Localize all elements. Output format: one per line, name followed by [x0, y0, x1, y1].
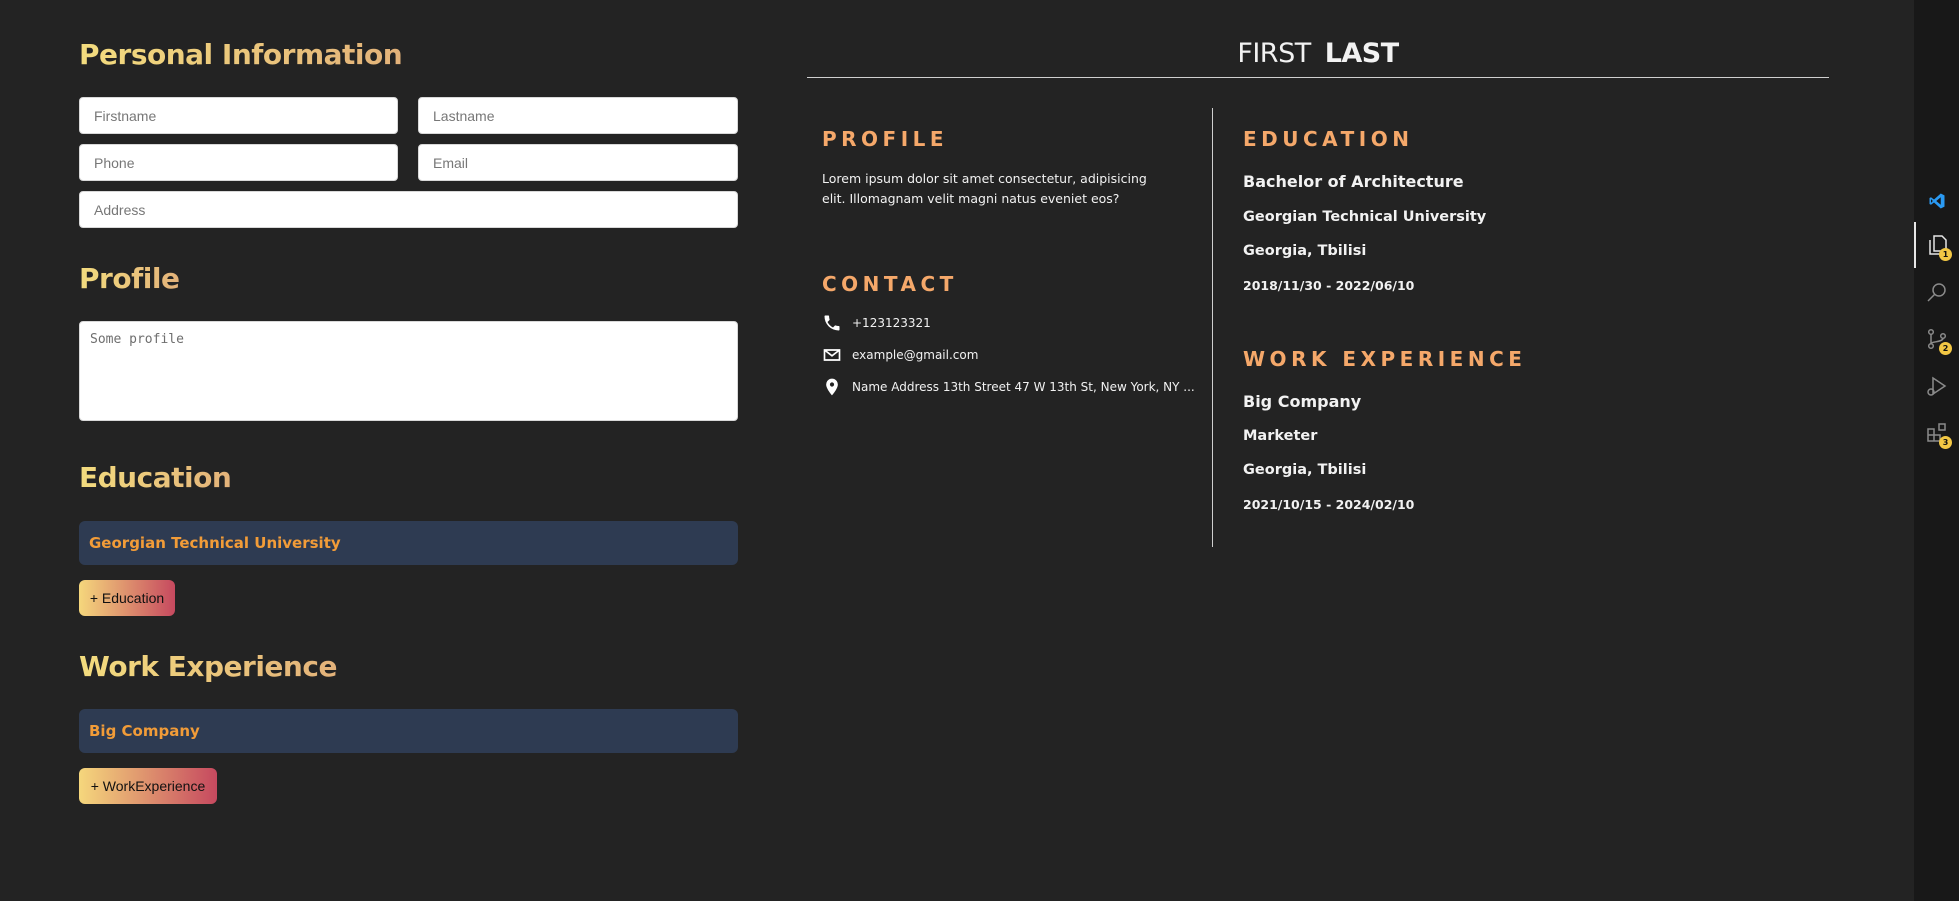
location-pin-icon: [826, 378, 838, 396]
contact-phone-text: +123123321: [852, 316, 931, 330]
extensions-badge: 3: [1939, 436, 1952, 449]
mail-icon: [823, 349, 841, 361]
activity-search[interactable]: [1914, 269, 1959, 315]
activity-run-debug[interactable]: [1914, 363, 1959, 409]
address-input[interactable]: [79, 191, 738, 228]
resume-preview: FIRST LAST PROFILE Lorem ipsum dolor sit …: [807, 0, 1829, 560]
work-entry[interactable]: Big Company: [79, 709, 738, 753]
education-start-date: 2018/11/30: [1243, 278, 1322, 293]
add-education-button[interactable]: + Education: [79, 580, 175, 616]
work-position: Marketer: [1243, 428, 1318, 444]
contact-email-text: example@gmail.com: [852, 348, 979, 362]
resume-work-heading: WORK EXPERIENCE: [1243, 347, 1527, 371]
resume-first-name: FIRST: [1237, 38, 1311, 69]
run-debug-icon: [1926, 376, 1946, 396]
contact-address-text: Name Address 13th Street 47 W 13th St, N…: [852, 380, 1195, 394]
phone-input[interactable]: [79, 144, 398, 181]
education-end-date: 2022/06/10: [1335, 278, 1415, 293]
education-dates: 2018/11/30 - 2022/06/10: [1243, 278, 1414, 293]
resume-contact-heading: CONTACT: [822, 272, 958, 296]
profile-title: Profile: [79, 262, 180, 295]
date-separator: -: [1326, 278, 1332, 293]
resume-profile-heading: PROFILE: [822, 127, 949, 151]
personal-info-title: Personal Information: [79, 38, 403, 71]
work-start-date: 2021/10/15: [1243, 497, 1322, 512]
resume-profile-text: Lorem ipsum dolor sit amet consectetur, …: [822, 171, 1147, 206]
firstname-input[interactable]: [79, 97, 398, 134]
work-dates: 2021/10/15 - 2024/02/10: [1243, 497, 1414, 512]
resume-education-heading: EDUCATION: [1243, 127, 1414, 151]
activity-source-control[interactable]: 2: [1914, 316, 1959, 362]
work-experience-title: Work Experience: [79, 650, 337, 683]
contact-email: example@gmail.com: [822, 345, 978, 365]
lastname-input[interactable]: [418, 97, 738, 134]
name-divider: [807, 77, 1829, 78]
contact-phone: +123123321: [822, 313, 931, 333]
activity-extensions[interactable]: 3: [1914, 410, 1959, 456]
contact-address: Name Address 13th Street 47 W 13th St, N…: [822, 377, 1195, 397]
resume-name: FIRST LAST: [807, 38, 1829, 69]
education-title: Education: [79, 461, 232, 494]
explorer-badge: 1: [1939, 248, 1952, 261]
resume-last-name: LAST: [1324, 38, 1399, 69]
column-divider: [1212, 108, 1213, 547]
date-separator: -: [1326, 497, 1332, 512]
education-school: Georgian Technical University: [1243, 209, 1487, 225]
source-control-badge: 2: [1939, 342, 1952, 355]
activity-explorer[interactable]: 1: [1914, 222, 1959, 268]
work-company: Big Company: [1243, 392, 1362, 411]
activity-bar: 1 2 3: [1914, 0, 1959, 901]
profile-textarea[interactable]: [79, 321, 738, 421]
vscode-logo-icon: [1929, 193, 1945, 209]
add-work-experience-button[interactable]: + WorkExperience: [79, 768, 217, 804]
email-input[interactable]: [418, 144, 738, 181]
education-degree: Bachelor of Architecture: [1243, 172, 1464, 191]
phone-icon: [824, 315, 840, 331]
education-location: Georgia, Tbilisi: [1243, 243, 1367, 259]
work-end-date: 2024/02/10: [1335, 497, 1415, 512]
education-entry[interactable]: Georgian Technical University: [79, 521, 738, 565]
search-icon: [1926, 283, 1946, 302]
work-location: Georgia, Tbilisi: [1243, 462, 1367, 478]
